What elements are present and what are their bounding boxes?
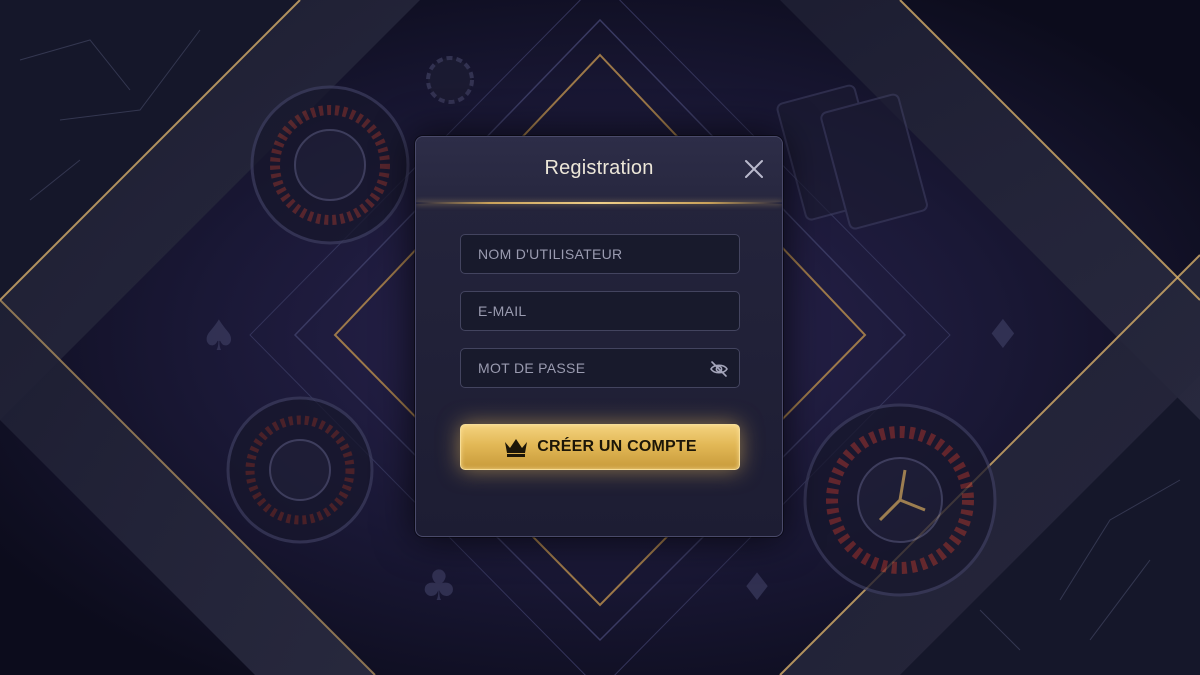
password-field-wrapper [460, 348, 740, 388]
username-field-wrapper [460, 234, 740, 274]
eye-off-icon [710, 361, 728, 377]
close-icon [745, 160, 763, 178]
svg-text:♣: ♣ [420, 561, 458, 610]
password-visibility-toggle[interactable] [709, 359, 729, 379]
username-input[interactable] [461, 235, 739, 273]
modal-header: Registration [416, 137, 782, 203]
crown-icon [505, 439, 528, 457]
email-input[interactable] [461, 292, 739, 330]
create-account-button[interactable]: CRÉER UN COMPTE [460, 424, 740, 470]
svg-text:♠: ♠ [200, 311, 238, 360]
svg-text:♦: ♦ [740, 565, 774, 609]
header-divider [416, 202, 782, 204]
create-account-label: CRÉER UN COMPTE [537, 438, 697, 455]
email-field-wrapper [460, 291, 740, 331]
close-button[interactable] [742, 157, 766, 181]
registration-modal: Registration CRÉER UN COMPTE [415, 136, 783, 537]
modal-title: Registration [544, 157, 654, 179]
svg-text:♦: ♦ [985, 312, 1021, 358]
password-input[interactable] [461, 349, 739, 387]
